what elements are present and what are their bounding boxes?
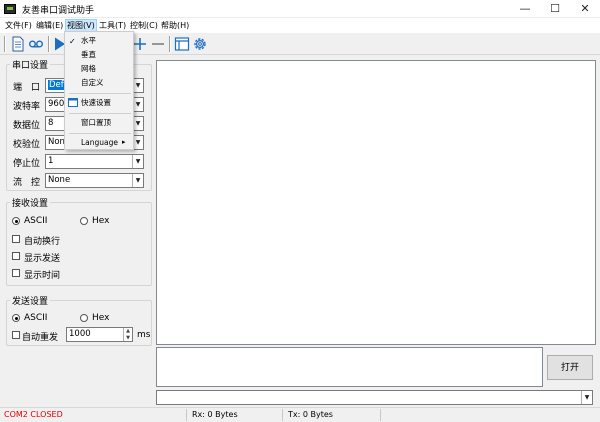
receive-hex-label: Hex (92, 216, 110, 226)
stopbits-value: 1 (48, 156, 54, 166)
status-divider (186, 409, 187, 421)
menu-edit[interactable]: 编辑(E) (35, 20, 64, 31)
receive-display[interactable] (156, 60, 596, 345)
send-hex-radio[interactable] (80, 314, 88, 322)
window-icon[interactable] (174, 36, 190, 52)
menu-separator (69, 133, 131, 134)
stopbits-combo[interactable]: 1 ▼ (45, 154, 144, 169)
parity-value: Non (48, 137, 65, 147)
maximize-button[interactable]: ☐ (540, 0, 570, 18)
menu-tools[interactable]: 工具(T) (98, 20, 127, 31)
auto-resend-checkbox[interactable] (12, 331, 20, 339)
view-menu-horizontal[interactable]: 水平 (65, 34, 133, 47)
flowcontrol-combo[interactable]: None ▼ (45, 173, 144, 188)
view-menu-dropdown: ✓ 水平 垂直 网格 自定义 快速设置 窗口置顶 Language ▸ (64, 31, 134, 150)
menu-separator (69, 93, 131, 94)
port-label: 端 口 (13, 83, 41, 93)
view-menu-custom[interactable]: 自定义 (65, 76, 133, 89)
new-document-icon[interactable] (10, 36, 26, 52)
send-input[interactable] (156, 347, 543, 387)
databits-label: 数据位 (13, 121, 41, 131)
serial-settings-title: 串口设置 (10, 58, 51, 71)
flowcontrol-label: 流 控 (13, 178, 41, 188)
show-time-checkbox[interactable] (12, 269, 20, 277)
parity-label: 校验位 (13, 140, 41, 150)
chevron-down-icon[interactable]: ▼ (132, 155, 143, 168)
chevron-down-icon[interactable]: ▼ (132, 174, 143, 187)
gear-icon[interactable] (192, 36, 208, 52)
submenu-arrow-icon: ▸ (122, 138, 126, 146)
rx-count: Rx: 0 Bytes (192, 410, 238, 419)
auto-wrap-label: 自动换行 (24, 237, 61, 247)
stepper-buttons[interactable]: ▲ ▼ (123, 328, 132, 341)
receive-settings-title: 接收设置 (10, 196, 51, 209)
menu-file[interactable]: 文件(F) (4, 20, 33, 31)
receive-ascii-label: ASCII (24, 216, 48, 226)
view-menu-always-on-top[interactable]: 窗口置顶 (65, 116, 133, 129)
menu-help[interactable]: 帮助(H) (160, 20, 190, 31)
send-hex-label: Hex (92, 313, 110, 323)
window-title: 友善串口调试助手 (22, 6, 95, 16)
resend-interval-value: 1000 (69, 329, 91, 339)
show-time-label: 显示时间 (24, 271, 61, 281)
baud-label: 波特率 (13, 102, 41, 112)
stopbits-label: 停止位 (13, 159, 41, 169)
minimize-button[interactable]: — (510, 0, 540, 18)
view-menu-grid[interactable]: 网格 (65, 62, 133, 75)
toolbar-separator (4, 36, 6, 52)
receive-ascii-radio[interactable] (12, 217, 20, 225)
title-bar: 友善串口调试助手 — ☐ ✕ (0, 0, 600, 18)
port-status: COM2 CLOSED (4, 410, 63, 419)
databits-value: 8 (48, 118, 54, 128)
interval-unit: ms (137, 330, 151, 340)
status-divider (282, 409, 283, 421)
port-value: Def (48, 80, 65, 90)
send-history-combo[interactable]: ▼ (156, 390, 593, 405)
chevron-down-icon[interactable]: ▼ (124, 335, 132, 342)
send-ascii-label: ASCII (24, 313, 48, 323)
status-divider (380, 409, 381, 421)
app-icon (4, 4, 16, 14)
close-button[interactable]: ✕ (570, 0, 600, 18)
chevron-down-icon[interactable]: ▼ (581, 391, 592, 404)
flowcontrol-value: None (48, 175, 71, 185)
auto-resend-label: 自动重发 (22, 333, 59, 343)
view-menu-quick-settings[interactable]: 快速设置 (65, 96, 133, 109)
menu-separator (69, 113, 131, 114)
tx-count: Tx: 0 Bytes (288, 410, 333, 419)
auto-wrap-checkbox[interactable] (12, 235, 20, 243)
toolbar-separator (48, 36, 50, 52)
toolbar-separator (169, 36, 171, 52)
minus-icon[interactable] (150, 36, 166, 52)
add-icon[interactable] (132, 36, 148, 52)
show-send-label: 显示发送 (24, 254, 61, 264)
status-bar: COM2 CLOSED Rx: 0 Bytes Tx: 0 Bytes (0, 407, 600, 422)
view-menu-vertical[interactable]: 垂直 (65, 48, 133, 61)
baud-value: 960 (48, 99, 65, 109)
menu-control[interactable]: 控制(C) (129, 20, 159, 31)
send-settings-title: 发送设置 (10, 294, 51, 307)
show-send-checkbox[interactable] (12, 252, 20, 260)
resend-interval-stepper[interactable]: 1000 ▲ ▼ (66, 327, 133, 342)
open-button[interactable]: 打开 (547, 355, 593, 380)
receive-hex-radio[interactable] (80, 217, 88, 225)
record-icon[interactable] (28, 36, 44, 52)
send-ascii-radio[interactable] (12, 314, 20, 322)
